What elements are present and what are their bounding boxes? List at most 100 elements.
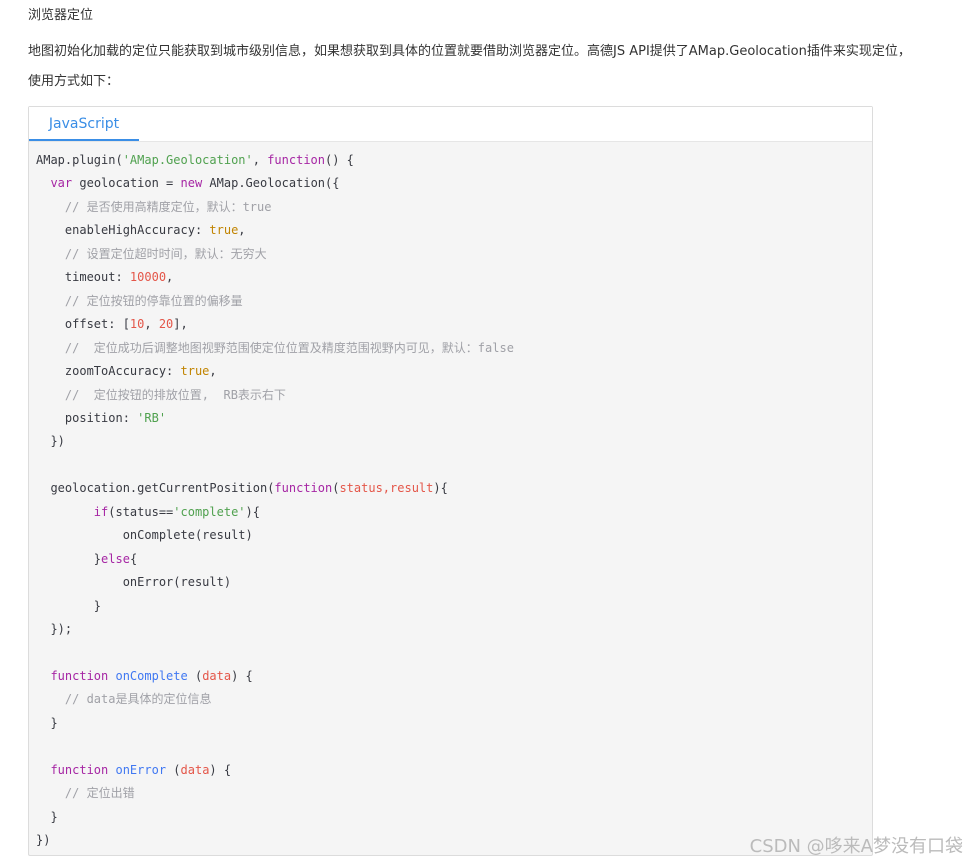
watermark: CSDN @哆来A梦没有口袋 bbox=[749, 836, 963, 857]
code-token: AMap.plugin( bbox=[36, 153, 123, 167]
code-line: }); bbox=[36, 622, 72, 636]
intro-line-2: 使用方式如下： bbox=[28, 74, 120, 89]
code-token: }) bbox=[36, 434, 65, 449]
code-line: timeout: 10000, bbox=[36, 270, 173, 284]
code-line: offset: [10, 20], bbox=[36, 317, 188, 331]
code-token: data bbox=[202, 668, 232, 683]
code-token: ){ bbox=[433, 481, 448, 496]
code-token: () { bbox=[325, 153, 354, 167]
code-token: else bbox=[101, 551, 130, 566]
code-line: // 定位按钮的排放位置, RB表示右下 bbox=[36, 388, 286, 402]
code-token: ], bbox=[173, 317, 188, 332]
code-line: var geolocation = new AMap.Geolocation({ bbox=[36, 176, 339, 190]
code-line: // 设置定位超时时间，默认：无穷大 bbox=[36, 247, 267, 261]
code-token: 'complete' bbox=[173, 504, 246, 519]
code-token: // 定位成功后调整地图视野范围使定位位置及精度范围视野内可见，默认：false bbox=[36, 340, 514, 355]
code-line: // data是具体的定位信息 bbox=[36, 692, 212, 707]
code-line: // 定位成功后调整地图视野范围使定位位置及精度范围视野内可见，默认：false bbox=[36, 341, 514, 355]
code-token: 'RB' bbox=[137, 410, 167, 425]
code-line: } bbox=[36, 599, 101, 613]
tab-javascript[interactable]: JavaScript bbox=[29, 107, 139, 141]
code-token: }); bbox=[36, 622, 73, 637]
code-line: enableHighAccuracy: true, bbox=[36, 223, 246, 237]
code-block: JavaScript AMap.plugin('AMap.Geolocation… bbox=[28, 106, 873, 856]
code-token: true bbox=[209, 223, 239, 238]
code-line: } bbox=[36, 715, 58, 730]
code-token: enableHighAccuracy: bbox=[36, 223, 210, 238]
code-token: position: bbox=[36, 410, 138, 425]
code-line: // 定位按钮的停靠位置的偏移量 bbox=[36, 294, 243, 308]
code-line: zoomToAccuracy: true, bbox=[36, 364, 217, 378]
code-token: timeout: bbox=[36, 270, 130, 285]
code-token: onError bbox=[115, 762, 167, 777]
code-token: onComplete bbox=[115, 668, 188, 683]
code-token: // 是否使用高精度定位，默认：true bbox=[36, 199, 272, 214]
code-token: AMap.Geolocation({ bbox=[202, 176, 340, 191]
code-token: status,result bbox=[339, 481, 434, 496]
code-token: if bbox=[93, 504, 109, 519]
code-token: , bbox=[252, 153, 268, 167]
code-token: 20 bbox=[158, 317, 174, 332]
code-tab-bar: JavaScript bbox=[29, 107, 872, 142]
code-token: (status== bbox=[108, 504, 174, 519]
code-line: onComplete(result) bbox=[36, 528, 253, 542]
section-heading: 浏览器定位 bbox=[28, 8, 94, 23]
code-token: 10000 bbox=[129, 270, 167, 285]
code-token: offset: [ bbox=[36, 317, 130, 332]
code-token: // 定位按钮的停靠位置的偏移量 bbox=[36, 293, 243, 308]
code-token: } bbox=[36, 715, 58, 730]
code-token: 'AMap.Geolocation' bbox=[122, 153, 253, 167]
code-line: AMap.plugin('AMap.Geolocation', function… bbox=[36, 153, 354, 167]
code-token: var bbox=[50, 176, 73, 191]
code-token: // 设置定位超时时间，默认：无穷大 bbox=[36, 246, 267, 261]
code-token: geolocation.getCurrentPosition( bbox=[36, 481, 275, 496]
intro-line-1: 地图初始化加载的定位只能获取到城市级别信息，如果想获取到具体的位置就要借助浏览器… bbox=[28, 44, 911, 59]
code-token: ( bbox=[166, 762, 181, 777]
code-token: zoomToAccuracy: bbox=[36, 364, 181, 379]
code-line: // 是否使用高精度定位，默认：true bbox=[36, 199, 272, 214]
code-line: // 定位出错 bbox=[36, 786, 135, 800]
code-token: // data是具体的定位信息 bbox=[36, 692, 212, 707]
code-line: geolocation.getCurrentPosition(function(… bbox=[36, 481, 448, 496]
code-token: }) bbox=[36, 833, 51, 848]
code-token: ) { bbox=[209, 762, 232, 777]
code-line: }) bbox=[36, 434, 65, 449]
code-token: } bbox=[36, 598, 102, 613]
code-line: function onComplete (data) { bbox=[36, 668, 253, 683]
code-line: }) bbox=[36, 833, 50, 847]
code-token: new bbox=[180, 176, 203, 191]
code-token: // 定位出错 bbox=[36, 786, 135, 801]
code-line: position: 'RB' bbox=[36, 411, 166, 425]
code-line: } bbox=[36, 809, 58, 824]
code-token: ){ bbox=[245, 504, 260, 519]
code-content: AMap.plugin('AMap.Geolocation', function… bbox=[29, 142, 872, 853]
code-token: , bbox=[238, 223, 246, 238]
code-token: onComplete(result) bbox=[36, 528, 253, 543]
code-line: }else{ bbox=[36, 552, 137, 566]
code-token: , bbox=[166, 270, 174, 285]
code-token: true bbox=[180, 364, 210, 379]
code-token: function bbox=[50, 668, 109, 683]
code-token: } bbox=[36, 809, 58, 824]
code-token: } bbox=[36, 551, 102, 566]
code-token: function bbox=[50, 762, 109, 777]
code-token: , bbox=[209, 364, 217, 379]
code-token: ( bbox=[187, 668, 203, 683]
code-line: function onError (data) { bbox=[36, 763, 231, 777]
code-token: data bbox=[180, 762, 210, 777]
code-token: ) { bbox=[231, 668, 253, 683]
code-token: function bbox=[274, 481, 333, 496]
code-token: onError(result) bbox=[36, 575, 232, 590]
code-line: onError(result) bbox=[36, 575, 231, 589]
code-token: geolocation = bbox=[72, 176, 181, 191]
code-line: if(status=='complete'){ bbox=[36, 505, 260, 519]
code-token: function bbox=[267, 153, 325, 167]
code-token: { bbox=[129, 551, 138, 566]
intro-paragraph: 地图初始化加载的定位只能获取到城市级别信息，如果想获取到具体的位置就要借助浏览器… bbox=[28, 37, 973, 97]
code-token: , bbox=[144, 317, 159, 332]
code-token: // 定位按钮的排放位置, RB表示右下 bbox=[36, 387, 286, 402]
